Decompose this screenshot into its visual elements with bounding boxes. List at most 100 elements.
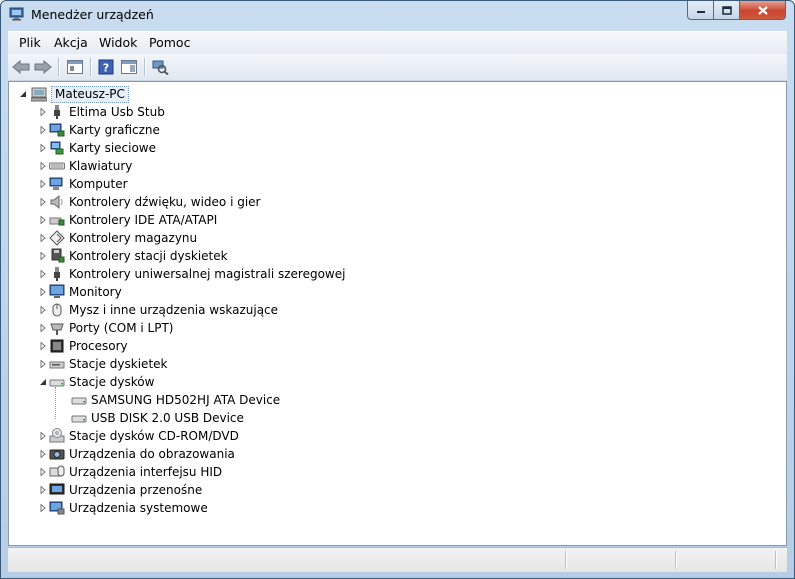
tree-category[interactable]: Stacje dysków CD-ROM/DVD [35, 427, 239, 445]
expand-arrow-icon[interactable] [39, 468, 47, 476]
device-manager-window: Menedżer urządzeń Plik Akcja Widok Pomoc [0, 0, 795, 579]
mouse-icon [52, 303, 62, 317]
device-tree[interactable]: Mateusz-PC Eltima Usb Stub Karty graficzn… [8, 81, 787, 546]
expand-arrow-icon[interactable] [39, 216, 47, 224]
tree-device[interactable]: SAMSUNG HD502HJ ATA Device [57, 391, 280, 409]
menu-widok[interactable]: Widok [99, 35, 137, 50]
tree-category[interactable]: Stacje dysków [35, 373, 154, 391]
collapse-arrow-icon[interactable] [19, 90, 27, 98]
tree-root[interactable]: Mateusz-PC [17, 85, 129, 103]
expand-arrow-icon[interactable] [39, 342, 47, 350]
toolbar-separator [144, 58, 146, 76]
window-title: Menedżer urządzeń [31, 7, 154, 22]
expand-arrow-icon[interactable] [39, 504, 47, 512]
expand-arrow-icon[interactable] [39, 432, 47, 440]
tree-category[interactable]: Urządzenia interfejsu HID [35, 463, 222, 481]
tree-category[interactable]: Urządzenia przenośne [35, 481, 202, 499]
expand-arrow-icon[interactable] [39, 360, 47, 368]
scan-hardware-icon [152, 60, 169, 75]
speaker-icon [50, 194, 63, 210]
tree-item-label: Stacje dyskietek [69, 357, 168, 371]
expand-arrow-icon[interactable] [39, 180, 47, 188]
expand-arrow-icon[interactable] [39, 252, 47, 260]
forward-button[interactable] [34, 58, 52, 76]
tree-category[interactable]: Kontrolery IDE ATA/ATAPI [35, 211, 217, 229]
processor-icon [50, 339, 64, 353]
title-bar[interactable]: Menedżer urządzeń [1, 1, 794, 29]
tree-item-label: SAMSUNG HD502HJ ATA Device [91, 393, 281, 407]
tree-category[interactable]: Procesory [35, 337, 128, 355]
floppy-drive-icon [49, 361, 65, 369]
menu-pomoc[interactable]: Pomoc [149, 35, 190, 50]
tree-category[interactable]: Urządzenia do obrazowania [35, 445, 235, 463]
tree-connector [55, 387, 56, 419]
tree-item-label: Kontrolery IDE ATA/ATAPI [69, 213, 218, 227]
tree-item-label: Karty sieciowe [69, 141, 157, 155]
expand-arrow-icon[interactable] [39, 486, 47, 494]
expand-arrow-icon[interactable] [39, 306, 47, 314]
expand-arrow-icon[interactable] [39, 126, 47, 134]
tree-item-label: Urządzenia systemowe [69, 501, 208, 515]
menu-plik[interactable]: Plik [19, 35, 41, 50]
tree-category[interactable]: Kontrolery dźwięku, wideo i gier [35, 193, 260, 211]
tree-item-label: Kontrolery magazynu [69, 231, 198, 245]
collapse-arrow-icon[interactable] [39, 378, 47, 386]
console-tree-button[interactable] [120, 58, 138, 76]
tree-item-label: Kontrolery stacji dyskietek [69, 249, 228, 263]
computer-icon [49, 177, 63, 190]
computer-icon [31, 87, 47, 102]
expand-arrow-icon[interactable] [39, 162, 47, 170]
tree-category[interactable]: Stacje dyskietek [35, 355, 167, 373]
expand-arrow-icon[interactable] [39, 198, 47, 206]
back-button[interactable] [12, 58, 30, 76]
expand-arrow-icon[interactable] [39, 270, 47, 278]
tree-category[interactable]: Porty (COM i LPT) [35, 319, 173, 337]
device-manager-icon [9, 7, 24, 21]
tree-category[interactable]: Klawiatury [35, 157, 132, 175]
maximize-button[interactable] [714, 1, 740, 20]
tree-category[interactable]: Kontrolery magazynu [35, 229, 197, 247]
portable-device-icon [49, 483, 65, 495]
tree-item-label: Karty graficzne [69, 123, 160, 137]
tree-category[interactable]: Monitory [35, 283, 122, 301]
usb-controller-icon [54, 267, 60, 281]
expand-arrow-icon[interactable] [39, 144, 47, 152]
tree-category[interactable]: Karty sieciowe [35, 139, 156, 157]
menu-akcja[interactable]: Akcja [54, 35, 88, 50]
expand-arrow-icon[interactable] [39, 288, 47, 296]
scan-hardware-button[interactable] [151, 58, 169, 76]
status-divider [565, 551, 567, 569]
tree-category[interactable]: Komputer [35, 175, 128, 193]
menu-bar: Plik Akcja Widok Pomoc [8, 31, 787, 54]
tree-category[interactable]: Karty graficzne [35, 121, 160, 139]
tree-category[interactable]: Kontrolery uniwersalnej magistrali szere… [35, 265, 345, 283]
network-adapter-icon [50, 141, 64, 155]
tree-category[interactable]: Eltima Usb Stub [35, 103, 165, 121]
help-button[interactable]: ? [97, 58, 115, 76]
expand-arrow-icon[interactable] [39, 324, 47, 332]
console-tree-icon [121, 60, 137, 74]
help-icon: ? [98, 59, 114, 75]
cdrom-icon [49, 428, 65, 443]
status-divider [775, 551, 777, 569]
tree-item-label: Komputer [69, 177, 128, 191]
tree-root-label: Mateusz-PC [51, 85, 129, 103]
display-adapter-icon [49, 123, 65, 137]
close-button[interactable] [740, 1, 786, 20]
minimize-icon [696, 11, 705, 13]
storage-controller-icon [49, 230, 65, 246]
expand-arrow-icon[interactable] [39, 234, 47, 242]
tree-item-label: Procesory [69, 339, 128, 353]
close-icon [757, 5, 768, 15]
tree-category[interactable]: Mysz i inne urządzenia wskazujące [35, 301, 278, 319]
expand-arrow-icon[interactable] [39, 450, 47, 458]
toolbar-separator [90, 58, 92, 76]
expand-arrow-icon[interactable] [39, 108, 47, 116]
minimize-button[interactable] [687, 1, 714, 20]
usb-plug-icon [54, 105, 60, 119]
tree-item-label: USB DISK 2.0 USB Device [91, 411, 244, 425]
properties-view-button[interactable] [66, 58, 84, 76]
tree-device[interactable]: USB DISK 2.0 USB Device [57, 409, 244, 427]
tree-category[interactable]: Urządzenia systemowe [35, 499, 208, 517]
tree-category[interactable]: Kontrolery stacji dyskietek [35, 247, 228, 265]
